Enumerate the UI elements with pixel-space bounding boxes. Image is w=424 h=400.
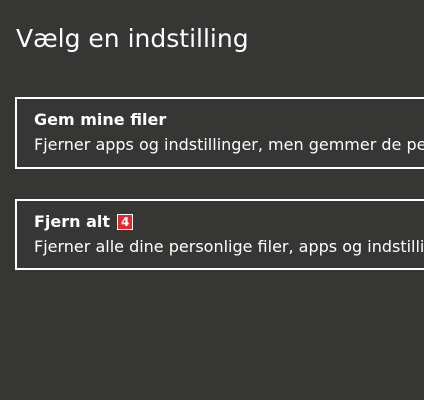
option-title: Gem mine filer <box>34 109 424 131</box>
remove-everything-label: Fjern alt <box>34 212 111 231</box>
page-title: Vælg en indstilling <box>16 24 249 53</box>
remove-everything-option[interactable]: Fjern alt 4 Fjerner alle dine personlige… <box>15 199 424 270</box>
option-title: Fjern alt 4 <box>34 211 424 233</box>
keep-my-files-option[interactable]: Gem mine filer Fjerner apps og indstilli… <box>15 97 424 169</box>
remove-everything-description: Fjerner alle dine personlige filer, apps… <box>34 237 424 256</box>
reset-options-page: Vælg en indstilling Gem mine filer Fjern… <box>0 0 424 400</box>
step-number-badge: 4 <box>117 214 134 230</box>
keep-my-files-description: Fjerner apps og indstillinger, men gemme… <box>34 135 424 154</box>
keep-my-files-label: Gem mine filer <box>34 110 167 129</box>
